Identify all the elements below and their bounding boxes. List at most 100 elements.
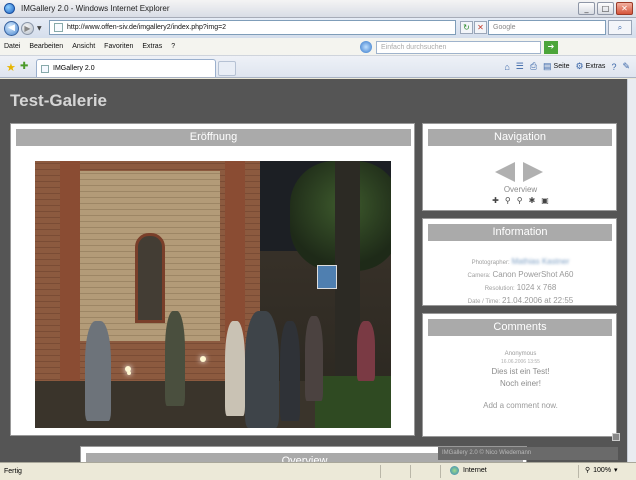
menu-datei[interactable]: Datei (4, 43, 20, 50)
photo-person (280, 321, 300, 421)
address-toolbar: ◀ ▶ ▼ http://www.offen-siv.de/imgallery2… (0, 18, 636, 38)
information-header: Information (428, 224, 612, 241)
info-value: 1024 x 768 (516, 283, 557, 292)
maximize-button[interactable]: □ (597, 2, 614, 15)
info-camera: Camera: Canon PowerShot A60 (423, 269, 618, 282)
new-tab-button[interactable] (218, 61, 236, 76)
command-bar: ⌂ ☰ ⎙ ▤ Seite ⚙ Extras ? ✎ (504, 61, 630, 72)
web-search-bar: Einfach durchsuchen ➔ (360, 40, 558, 54)
save-icon[interactable]: ▣ (541, 196, 549, 205)
menu-bar: Datei Bearbeiten Ansicht Favoriten Extra… (0, 38, 636, 56)
add-comment-link[interactable]: Add a comment now. (423, 401, 618, 410)
info-key: Resolution: (484, 286, 515, 292)
navigation-panel: Navigation Overview ✚ ⚲ ⚲ ✱ ▣ (422, 123, 617, 211)
zoom-out-icon[interactable]: ⚲ (505, 196, 511, 205)
footer-credit: IMGallery 2.0 © Nico Wiedemann (438, 447, 618, 460)
menu-help[interactable]: ? (171, 43, 175, 50)
comments-header: Comments (428, 319, 612, 336)
refresh-icon[interactable]: ↻ (460, 21, 473, 34)
magnifier-icon[interactable]: ⚲ (517, 196, 523, 205)
photo-person (305, 316, 323, 401)
navigation-icons: ✚ ⚲ ⚲ ✱ ▣ (423, 196, 618, 205)
search-icon[interactable]: ⌕ (608, 20, 632, 35)
photo-person (357, 321, 375, 381)
status-bar: Fertig Internet ⚲ 100% ▾ (0, 462, 636, 480)
menu-ansicht[interactable]: Ansicht (72, 43, 95, 50)
info-value: Canon PowerShot A60 (492, 270, 574, 279)
tab-page-icon (41, 64, 49, 73)
add-favorite-icon[interactable]: ✚ (20, 61, 28, 72)
comment-text: Dies ist ein Test! (491, 367, 550, 376)
status-separator (578, 465, 579, 478)
info-datetime: Date / Time: 21.04.2006 at 22:55 (423, 295, 618, 308)
photo-pillar (60, 161, 80, 401)
stop-icon[interactable]: ✕ (474, 21, 487, 34)
favorites-star-icon[interactable]: ★ (6, 61, 16, 74)
status-separator (380, 465, 381, 478)
ie-app-icon (4, 3, 15, 14)
page-menu[interactable]: ▤ Seite (543, 61, 569, 72)
next-arrow-icon[interactable] (523, 162, 543, 182)
status-text: Fertig (4, 468, 22, 475)
photo-person (245, 311, 279, 428)
home-icon[interactable]: ⌂ (504, 62, 509, 72)
close-button[interactable]: ✕ (616, 2, 633, 15)
zoom-control[interactable]: ⚲ 100% ▾ (585, 466, 618, 475)
status-separator (440, 465, 441, 478)
menu-bearbeiten[interactable]: Bearbeiten (29, 43, 63, 50)
back-button[interactable]: ◀ (4, 20, 19, 36)
image-panel: Eröffnung (10, 123, 415, 436)
print-icon[interactable]: ⎙ (530, 61, 537, 72)
window-controls: _ □ ✕ (578, 2, 633, 15)
image-title: Eröffnung (16, 129, 411, 146)
zoom-level: 100% (593, 466, 612, 474)
web-search-input[interactable]: Einfach durchsuchen (376, 40, 541, 54)
comment-author: Anonymous (504, 351, 537, 357)
information-rows: Photographer: Mathias Kastner Camera: Ca… (423, 256, 618, 308)
forward-button[interactable]: ▶ (21, 21, 34, 35)
security-zone[interactable]: Internet (450, 466, 487, 475)
comment-date: 16.06.2006 13:55 (501, 359, 540, 365)
photo-person (85, 321, 111, 421)
search-provider-icon (360, 41, 372, 53)
minimize-button[interactable]: _ (578, 2, 595, 15)
page-icon (54, 23, 63, 32)
resize-icon[interactable] (612, 433, 620, 441)
zoom-in-icon[interactable]: ✚ (492, 196, 499, 205)
tab-label: IMGallery 2.0 (53, 65, 95, 72)
overview-link[interactable]: Overview (423, 185, 618, 194)
feeds-icon[interactable]: ☰ (516, 61, 524, 72)
navigation-header: Navigation (428, 129, 612, 146)
window-title: IMGallery 2.0 - Windows Internet Explore… (21, 4, 170, 13)
tab-imgallery[interactable]: IMGallery 2.0 (36, 59, 216, 77)
comment-text: Noch einer! (500, 379, 541, 388)
history-dropdown-icon[interactable]: ▼ (37, 25, 42, 32)
photo-person (165, 311, 185, 406)
vertical-scrollbar[interactable] (627, 79, 636, 462)
google-search-input[interactable]: Google (488, 20, 606, 35)
info-key: Date / Time: (467, 299, 501, 305)
address-url: http://www.offen-siv.de/imgallery2/index… (67, 24, 227, 31)
comments-panel: Comments Anonymous 16.06.2006 13:55 Dies… (422, 313, 617, 437)
site-title: Test-Galerie (10, 91, 108, 110)
research-icon[interactable]: ✎ (622, 61, 630, 72)
gallery-photo[interactable] (35, 161, 391, 428)
status-separator (410, 465, 411, 478)
menu-favoriten[interactable]: Favoriten (104, 43, 133, 50)
info-key: Camera: (467, 273, 491, 279)
chevron-down-icon: ▾ (614, 467, 618, 474)
tools-menu-label: Extras (585, 63, 606, 70)
photo-window (135, 233, 165, 323)
previous-arrow-icon[interactable] (495, 162, 515, 182)
info-value: Mathias Kastner (511, 257, 570, 266)
info-photographer: Photographer: Mathias Kastner (423, 256, 618, 269)
address-input[interactable]: http://www.offen-siv.de/imgallery2/index… (49, 20, 456, 35)
menu-extras[interactable]: Extras (142, 43, 162, 50)
settings-icon[interactable]: ✱ (529, 196, 536, 205)
photo-lamp (200, 356, 206, 362)
help-icon[interactable]: ? (611, 62, 616, 72)
search-go-icon[interactable]: ➔ (544, 40, 558, 54)
zoom-icon: ⚲ (585, 467, 591, 474)
tools-menu[interactable]: ⚙ Extras (576, 61, 606, 72)
zone-label: Internet (463, 467, 487, 474)
